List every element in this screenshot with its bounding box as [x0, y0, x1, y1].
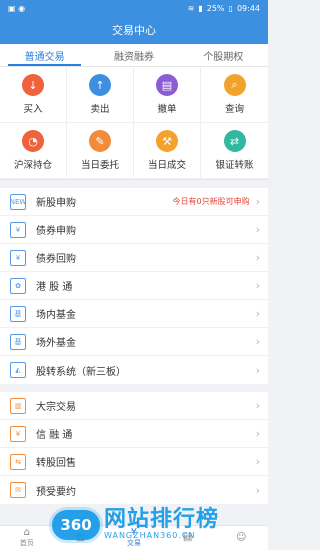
trade-menu-section-1: NEW 新股申购 今日有0只新股可申购 › ¥ 债券申购 › ¥ 债券回购 › ✿ 港 股 通 › 基场内…	[0, 188, 268, 384]
chevron-right-icon: ›	[255, 455, 260, 468]
signal-icon: ▮	[198, 3, 203, 13]
action-label: 当日成交	[147, 160, 186, 171]
clock: 09:44	[236, 3, 260, 13]
document-icon: ✎	[89, 130, 111, 152]
chevron-right-icon: ›	[255, 195, 260, 208]
menu-row-section2-3[interactable]: ✉ 预受要约 ›	[0, 476, 268, 504]
trade-menu-section-2: ▥ 大宗交易 › ¥ 信 融 通 › ⇆ 转股回售 › ✉ 预受要约 ›	[0, 392, 268, 504]
gavel-icon: ⚒	[156, 130, 178, 152]
action-1[interactable]: ↑ 卖出	[67, 67, 134, 123]
action-label: 卖出	[90, 104, 110, 115]
chevron-right-icon: ›	[255, 399, 260, 412]
quick-actions-grid: ↓ 买入 ↑ 卖出 ▤ 撤单 ⌕ 查询 ◔ 沪深持仓 ✎ 当日委托 ⚒ 当日成交 ⇄ 银证转账	[0, 67, 268, 180]
action-2[interactable]: ▤ 撤单	[134, 67, 201, 123]
otc-fund-icon: 基	[10, 333, 26, 350]
download-icon: ↓	[22, 74, 44, 96]
cancel-order-icon: ▤	[156, 74, 178, 96]
menu-row-section2-2[interactable]: ⇆ 转股回售 ›	[0, 448, 268, 476]
battery-icon: ▯	[228, 3, 233, 13]
tab-2[interactable]: 个股期权	[179, 44, 268, 66]
action-4[interactable]: ◔ 沪深持仓	[0, 123, 67, 179]
action-label: 撤单	[157, 104, 177, 115]
watermark-badge: 360	[52, 509, 100, 540]
chevron-right-icon: ›	[255, 223, 260, 236]
chevron-right-icon: ›	[255, 483, 260, 497]
menu-row-section1-5[interactable]: 基场外基金 ›	[0, 328, 268, 356]
action-6[interactable]: ⚒ 当日成交	[134, 123, 201, 179]
watermark-title: 网站排行榜	[104, 507, 220, 532]
action-label: 买入	[23, 104, 43, 115]
menu-row-label: 债券申购	[36, 226, 76, 237]
title-bar: 交易中心	[0, 16, 268, 44]
mine-icon: ☺	[235, 532, 247, 543]
menu-row-label: 转股回售	[36, 458, 76, 469]
tender-offer-icon: ✉	[10, 482, 26, 498]
share-transfer-icon: ◭	[10, 362, 26, 378]
action-3[interactable]: ⌕ 查询	[201, 67, 268, 123]
nav-item-0[interactable]: ⌂ 首页	[0, 526, 54, 550]
menu-row-section2-1[interactable]: ¥ 信 融 通 ›	[0, 420, 268, 448]
status-bar: ▣ ◉ ≋ ▮ 25% ▯ 09:44	[0, 0, 268, 16]
new-icon: NEW	[10, 193, 26, 210]
tab-0[interactable]: 普通交易	[0, 44, 89, 66]
menu-row-label: 大宗交易	[36, 402, 76, 413]
chevron-right-icon: ›	[255, 427, 260, 440]
action-5[interactable]: ✎ 当日委托	[67, 123, 134, 179]
upload-icon: ↑	[89, 74, 111, 96]
chevron-right-icon: ›	[255, 251, 260, 264]
menu-row-section2-0[interactable]: ▥ 大宗交易 ›	[0, 392, 268, 420]
tab-1[interactable]: 融资融券	[89, 44, 178, 66]
convert-icon: ⇆	[10, 453, 26, 470]
menu-row-section1-1[interactable]: ¥ 债券申购 ›	[0, 216, 268, 244]
status-left-icons: ▣ ◉	[8, 3, 26, 13]
wifi-icon: ≋	[187, 3, 195, 13]
bond-icon: ¥	[10, 221, 26, 238]
watermark-logo: 360 网站排行榜 WANGZHAN360.CN	[52, 509, 219, 540]
hk-icon: ✿	[10, 277, 26, 294]
menu-row-section1-4[interactable]: 基场内基金 ›	[0, 300, 268, 328]
menu-row-label: 信 融 通	[36, 430, 73, 441]
menu-row-label: 场外基金	[36, 338, 76, 349]
block-trade-icon: ▥	[10, 397, 26, 414]
menu-row-label: 港 股 通	[36, 282, 73, 293]
credit-icon: ¥	[10, 425, 26, 442]
nav-item-4[interactable]: ☺	[214, 526, 268, 550]
nav-label: 首页	[19, 539, 34, 547]
repo-icon: ¥	[10, 249, 26, 266]
menu-row-section1-6[interactable]: ◭ 股转系统（新三板） ›	[0, 356, 268, 384]
menu-row-label: 债券回购	[36, 254, 76, 265]
chevron-right-icon: ›	[255, 307, 260, 320]
pie-chart-icon: ◔	[22, 130, 44, 152]
chevron-right-icon: ›	[255, 279, 260, 292]
watermark-url: WANGZHAN360.CN	[104, 531, 196, 540]
battery-text: 25%	[206, 3, 225, 13]
menu-row-section1-3[interactable]: ✿ 港 股 通 ›	[0, 272, 268, 300]
action-label: 银证转账	[215, 160, 254, 171]
menu-row-label: 场内基金	[36, 310, 76, 321]
chevron-right-icon: ›	[255, 363, 260, 377]
fund-icon: 基	[10, 305, 26, 322]
status-right: ≋ ▮ 25% ▯ 09:44	[188, 4, 260, 13]
ipo-notice: 今日有0只新股可申购	[172, 197, 250, 206]
menu-row-section1-2[interactable]: ¥ 债券回购 ›	[0, 244, 268, 272]
menu-row-label: 新股申购	[36, 198, 76, 209]
action-label: 当日委托	[80, 160, 119, 171]
search-icon: ⌕	[223, 74, 246, 96]
action-label: 查询	[224, 104, 244, 115]
menu-row-label: 预受要约	[36, 486, 76, 498]
page-title: 交易中心	[112, 24, 156, 37]
trade-tabs: 普通交易 融资融券 个股期权	[0, 44, 268, 67]
menu-row-label: 股转系统（新三板）	[36, 366, 126, 378]
action-label: 沪深持仓	[13, 160, 52, 171]
home-icon: ⌂	[23, 527, 30, 538]
action-7[interactable]: ⇄ 银证转账	[201, 123, 268, 179]
action-0[interactable]: ↓ 买入	[0, 67, 67, 123]
transfer-icon: ⇄	[223, 130, 246, 152]
chevron-right-icon: ›	[255, 335, 260, 348]
menu-row-section1-0[interactable]: NEW 新股申购 今日有0只新股可申购 ›	[0, 188, 268, 216]
